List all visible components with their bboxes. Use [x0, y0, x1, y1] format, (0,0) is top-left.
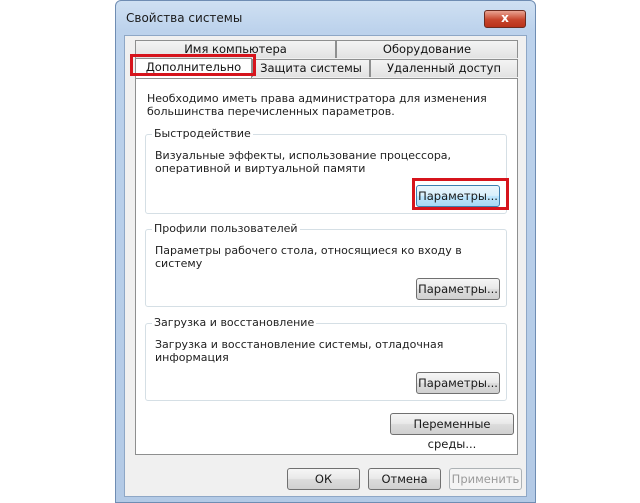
close-button[interactable]: x: [484, 10, 526, 28]
close-icon: x: [501, 11, 509, 25]
window-title: Свойства системы: [126, 11, 243, 25]
performance-description: Визуальные эффекты, использование процес…: [155, 149, 452, 175]
tab-advanced[interactable]: Дополнительно: [135, 58, 252, 78]
tab-computer-name[interactable]: Имя компьютера: [135, 40, 336, 58]
user-profiles-settings-button[interactable]: Параметры...: [416, 278, 500, 300]
startup-recovery-description: Загрузка и восстановление системы, отлад…: [155, 338, 444, 364]
apply-button[interactable]: Применить: [449, 468, 522, 490]
cancel-button[interactable]: Отмена: [368, 468, 441, 490]
environment-variables-button[interactable]: Переменные среды...: [390, 413, 514, 451]
user-profiles-description: Параметры рабочего стола, относящиеся ко…: [155, 244, 462, 270]
user-profiles-group: Профили пользователей Параметры рабочего…: [145, 222, 507, 307]
tab-remote-access[interactable]: Удаленный доступ: [370, 59, 518, 77]
startup-recovery-settings-button[interactable]: Параметры...: [416, 372, 500, 394]
ok-button[interactable]: ОК: [287, 468, 360, 490]
system-properties-window: Свойства системы x Имя компьютера Оборуд…: [115, 0, 536, 503]
advanced-tab-panel: Необходимо иметь права администратора дл…: [135, 78, 518, 455]
tab-hardware[interactable]: Оборудование: [336, 40, 518, 58]
performance-group: Быстродействие Визуальные эффекты, испол…: [145, 127, 507, 214]
user-profiles-label: Профили пользователей: [152, 222, 300, 235]
performance-label: Быстродействие: [152, 127, 253, 140]
tab-system-protection[interactable]: Защита системы: [252, 59, 370, 77]
admin-rights-notice: Необходимо иметь права администратора дл…: [147, 92, 487, 118]
startup-recovery-group: Загрузка и восстановление Загрузка и вос…: [145, 316, 507, 401]
startup-recovery-label: Загрузка и восстановление: [152, 316, 317, 329]
performance-settings-button[interactable]: Параметры...: [416, 185, 500, 207]
title-bar[interactable]: Свойства системы x: [116, 1, 535, 35]
dialog-client-area: Имя компьютера Оборудование Дополнительн…: [124, 35, 527, 497]
